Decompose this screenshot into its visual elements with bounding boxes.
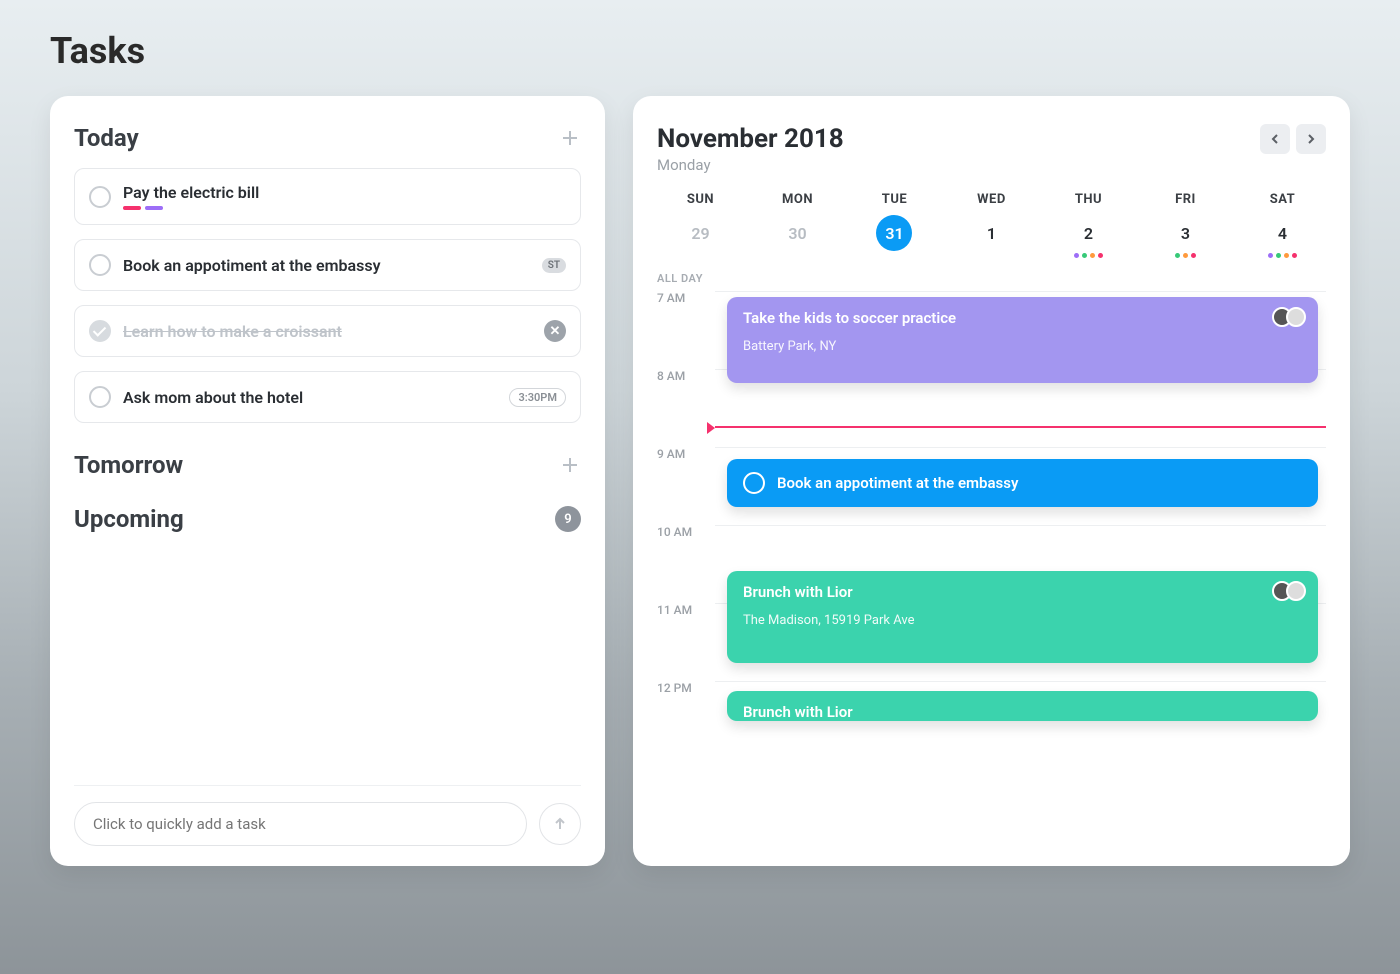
dismiss-task-button[interactable]: ✕: [544, 320, 566, 342]
date-cell[interactable]: 3: [1142, 215, 1229, 258]
date-cell[interactable]: 1: [948, 215, 1035, 258]
event-avatars: [1278, 581, 1306, 601]
date-event-dots: [1239, 253, 1326, 258]
date-number: 31: [876, 215, 912, 251]
section-today-title: Today: [74, 124, 139, 152]
task-checkbox[interactable]: [89, 186, 111, 208]
task-title: Book an appotiment at the embassy: [123, 256, 530, 275]
date-number: 4: [1264, 215, 1300, 251]
task-checkbox[interactable]: [89, 386, 111, 408]
avatar: [1286, 307, 1306, 327]
date-event-dots: [1142, 253, 1229, 258]
date-number: 1: [973, 215, 1009, 251]
event-title: Take the kids to soccer practice: [743, 309, 1302, 327]
event-title: Brunch with Lior: [743, 583, 1302, 601]
task-item[interactable]: Pay the electric bill: [74, 168, 581, 225]
calendar-event[interactable]: Brunch with Lior The Madison, 15919 Park …: [727, 571, 1318, 663]
page-title: Tasks: [50, 30, 1350, 72]
arrow-up-icon: [552, 816, 568, 832]
plus-icon: [561, 129, 579, 147]
add-task-today-button[interactable]: [559, 127, 581, 149]
hour-label: 11 AM: [657, 603, 715, 617]
calendar-prev-button[interactable]: [1260, 124, 1290, 154]
event-location: The Madison, 15919 Park Ave: [743, 613, 1302, 628]
event-title: Book an appotiment at the embassy: [777, 474, 1018, 492]
event-checkbox[interactable]: [743, 472, 765, 494]
day-of-week-label: THU: [1045, 192, 1132, 207]
avatar: [1286, 581, 1306, 601]
task-title: Ask mom about the hotel: [123, 388, 497, 407]
calendar-next-button[interactable]: [1296, 124, 1326, 154]
section-upcoming-title: Upcoming: [74, 505, 184, 533]
event-location: Battery Park, NY: [743, 339, 1302, 354]
date-number: 2: [1070, 215, 1106, 251]
date-number: 30: [779, 215, 815, 251]
calendar-dayname: Monday: [657, 156, 844, 174]
hour-label: 7 AM: [657, 291, 715, 305]
calendar-event[interactable]: Take the kids to soccer practice Battery …: [727, 297, 1318, 383]
task-tags: [123, 206, 566, 210]
calendar-panel: November 2018 Monday SUN MON TUE WED THU FRI S…: [633, 96, 1350, 866]
date-cell[interactable]: 4: [1239, 215, 1326, 258]
current-time-indicator: [715, 426, 1326, 428]
hour-label: 12 PM: [657, 681, 715, 695]
event-avatars: [1278, 307, 1306, 327]
plus-icon: [561, 456, 579, 474]
day-of-week-label: TUE: [851, 192, 938, 207]
hour-label: 9 AM: [657, 447, 715, 461]
calendar-task-event[interactable]: Book an appotiment at the embassy: [727, 459, 1318, 507]
tasks-panel: Today Pay the electric bill Book an appo…: [50, 96, 605, 866]
date-event-dots: [1045, 253, 1132, 258]
day-of-week-label: WED: [948, 192, 1035, 207]
date-cell[interactable]: 31: [851, 215, 938, 258]
task-time-badge: 3:30PM: [509, 388, 566, 407]
date-number: 3: [1167, 215, 1203, 251]
chevron-left-icon: [1269, 133, 1281, 145]
task-item[interactable]: Book an appotiment at the embassy ST: [74, 239, 581, 291]
section-tomorrow-title: Tomorrow: [74, 451, 183, 479]
day-of-week-label: SUN: [657, 192, 744, 207]
task-item[interactable]: Ask mom about the hotel 3:30PM: [74, 371, 581, 423]
date-cell[interactable]: 2: [1045, 215, 1132, 258]
task-title: Pay the electric bill: [123, 183, 566, 202]
task-item[interactable]: Learn how to make a croissant ✕: [74, 305, 581, 357]
quick-add-submit-button[interactable]: [539, 803, 581, 845]
day-of-week-label: SAT: [1239, 192, 1326, 207]
calendar-event[interactable]: Brunch with Lior: [727, 691, 1318, 721]
date-number: 29: [682, 215, 718, 251]
hour-label: 8 AM: [657, 369, 715, 383]
date-cell[interactable]: 29: [657, 215, 744, 258]
task-checkbox[interactable]: [89, 320, 111, 342]
task-badge: ST: [542, 258, 566, 273]
add-task-tomorrow-button[interactable]: [559, 454, 581, 476]
task-checkbox[interactable]: [89, 254, 111, 276]
event-title: Brunch with Lior: [743, 703, 1302, 721]
upcoming-count-badge: 9: [555, 506, 581, 532]
calendar-month-label: November 2018: [657, 124, 844, 154]
task-title: Learn how to make a croissant: [123, 322, 532, 341]
day-of-week-label: FRI: [1142, 192, 1229, 207]
chevron-right-icon: [1305, 133, 1317, 145]
date-cell[interactable]: 30: [754, 215, 841, 258]
hour-label: 10 AM: [657, 525, 715, 539]
day-of-week-label: MON: [754, 192, 841, 207]
allday-label: ALL DAY: [657, 272, 1326, 285]
quick-add-input[interactable]: [74, 802, 527, 846]
